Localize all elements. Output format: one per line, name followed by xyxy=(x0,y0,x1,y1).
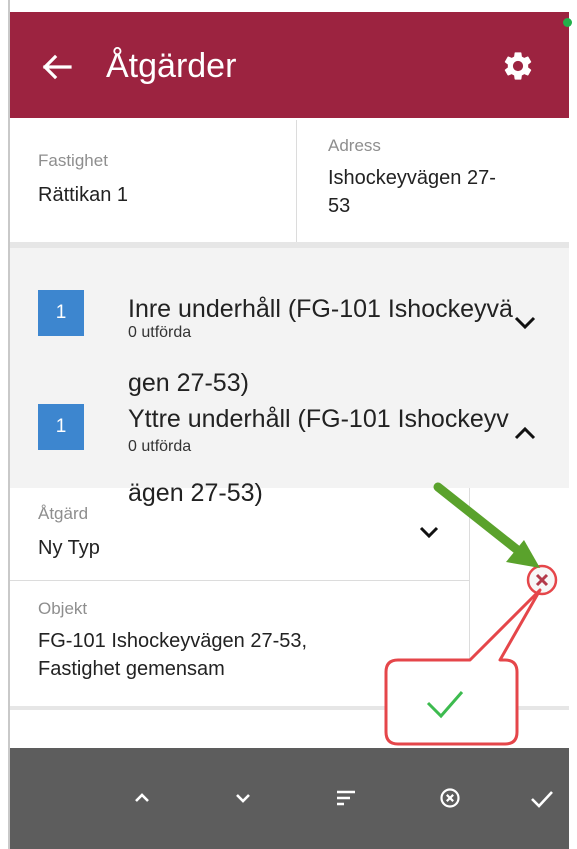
group-list: 1 Inre underhåll (FG-101 Ishockeyvä 0 ut… xyxy=(10,248,569,488)
type-dropdown-button[interactable] xyxy=(418,524,440,540)
chevron-down-icon xyxy=(514,316,536,330)
group-title: Inre underhåll (FG-101 Ishockeyvä xyxy=(128,295,513,323)
expand-button[interactable] xyxy=(512,314,538,332)
object-value-line-2: Fastighet gemensam xyxy=(38,658,225,680)
move-down-button[interactable] xyxy=(223,778,263,818)
group-title-overflow-2: ägen 27-53) xyxy=(128,479,263,507)
close-circle-icon xyxy=(526,564,558,596)
property-cell: Fastighet Rättikan 1 xyxy=(10,120,297,242)
action-type-label: Åtgärd xyxy=(38,504,89,523)
action-detail-card: Åtgärd Ny Typ Objekt FG-101 Ishockeyväge… xyxy=(10,488,470,706)
object-value-line-1: FG-101 Ishockeyvägen 27-53, xyxy=(38,630,308,652)
chevron-down-icon xyxy=(236,794,250,803)
address-label: Adress xyxy=(328,136,381,155)
chevron-up-icon xyxy=(514,426,536,440)
sort-button[interactable] xyxy=(326,778,366,818)
property-label: Fastighet xyxy=(38,151,108,170)
check-icon xyxy=(531,791,553,808)
remove-action-button[interactable] xyxy=(525,563,559,597)
sort-icon xyxy=(337,790,355,806)
cancel-button[interactable] xyxy=(430,778,470,818)
cancel-circle-icon xyxy=(440,788,460,808)
arrow-left-icon xyxy=(42,54,72,80)
settings-button[interactable] xyxy=(501,49,535,83)
address-cell: Adress Ishockeyvägen 27- 53 xyxy=(297,120,569,242)
object-field[interactable]: Objekt FG-101 Ishockeyvägen 27-53, Fasti… xyxy=(10,581,469,706)
right-frame xyxy=(569,0,577,849)
property-value: Rättikan 1 xyxy=(38,184,129,206)
chevron-up-icon xyxy=(135,793,149,802)
gear-icon xyxy=(504,52,532,80)
chevron-down-icon xyxy=(419,526,439,539)
object-label: Objekt xyxy=(38,599,88,618)
group-subtitle: 0 utförda xyxy=(128,438,192,455)
confirm-button[interactable] xyxy=(522,778,562,818)
count-badge: 1 xyxy=(38,404,84,450)
move-up-button[interactable] xyxy=(122,778,162,818)
bottom-divider xyxy=(10,706,569,710)
group-subtitle: 0 utförda xyxy=(128,324,192,341)
left-frame xyxy=(0,0,10,849)
group-title: Yttre underhåll (FG-101 Ishockeyv xyxy=(128,405,509,433)
collapse-button[interactable] xyxy=(512,424,538,442)
bottom-toolbar xyxy=(10,748,569,849)
action-type-value: Ny Typ xyxy=(38,537,100,559)
status-indicator xyxy=(563,18,572,27)
app-bar: Åtgärder xyxy=(10,12,569,118)
address-line-2: 53 xyxy=(328,195,351,217)
address-line-1: Ishockeyvägen 27- xyxy=(328,167,496,189)
page-title: Åtgärder xyxy=(106,47,237,85)
group-title-overflow: gen 27-53) xyxy=(128,369,249,397)
count-badge: 1 xyxy=(38,290,84,336)
back-button[interactable] xyxy=(38,48,76,86)
property-info-row: Fastighet Rättikan 1 Adress Ishockeyväge… xyxy=(10,120,569,242)
